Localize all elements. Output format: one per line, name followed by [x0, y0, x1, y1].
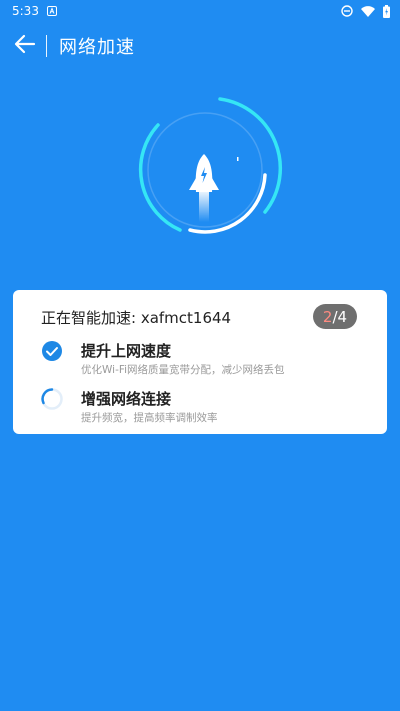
task-name: 提升上网速度	[81, 342, 172, 360]
progress-current: 2	[322, 307, 333, 326]
arrow-left-icon	[14, 34, 36, 58]
header-divider	[46, 35, 47, 57]
battery-icon	[383, 4, 390, 18]
wifi-icon	[361, 5, 375, 17]
app-notification-icon	[46, 6, 57, 16]
acceleration-gauge	[120, 90, 290, 250]
header: 网络加速	[0, 28, 400, 64]
task-name: 增强网络连接	[81, 390, 172, 408]
progress-total: /4	[332, 307, 348, 326]
rocket-icon	[184, 152, 224, 224]
check-circle-icon	[41, 340, 63, 362]
page-title: 网络加速	[59, 37, 135, 58]
task-description: 提升频宽，提高频率调制效率	[81, 412, 218, 424]
progress-badge: 2/4	[313, 304, 357, 329]
spinner-icon	[41, 388, 63, 410]
status-right	[341, 4, 390, 18]
acceleration-card: 正在智能加速: xafmct1644 2/4 提升上网速度 优化Wi-Fi网络质…	[13, 290, 387, 434]
do-not-disturb-icon	[341, 5, 353, 17]
task-description: 优化Wi-Fi网络质量宽带分配，减少网络丢包	[81, 364, 285, 376]
status-bar: 5:33	[0, 0, 400, 22]
back-button[interactable]	[12, 33, 38, 59]
task-item-in-progress: 增强网络连接 提升频宽，提高频率调制效率	[41, 388, 371, 428]
status-time: 5:33	[12, 4, 39, 18]
status-left: 5:33	[12, 4, 57, 18]
task-item-done: 提升上网速度 优化Wi-Fi网络质量宽带分配，减少网络丢包	[41, 340, 371, 380]
acceleration-status-text: 正在智能加速: xafmct1644	[41, 309, 232, 327]
